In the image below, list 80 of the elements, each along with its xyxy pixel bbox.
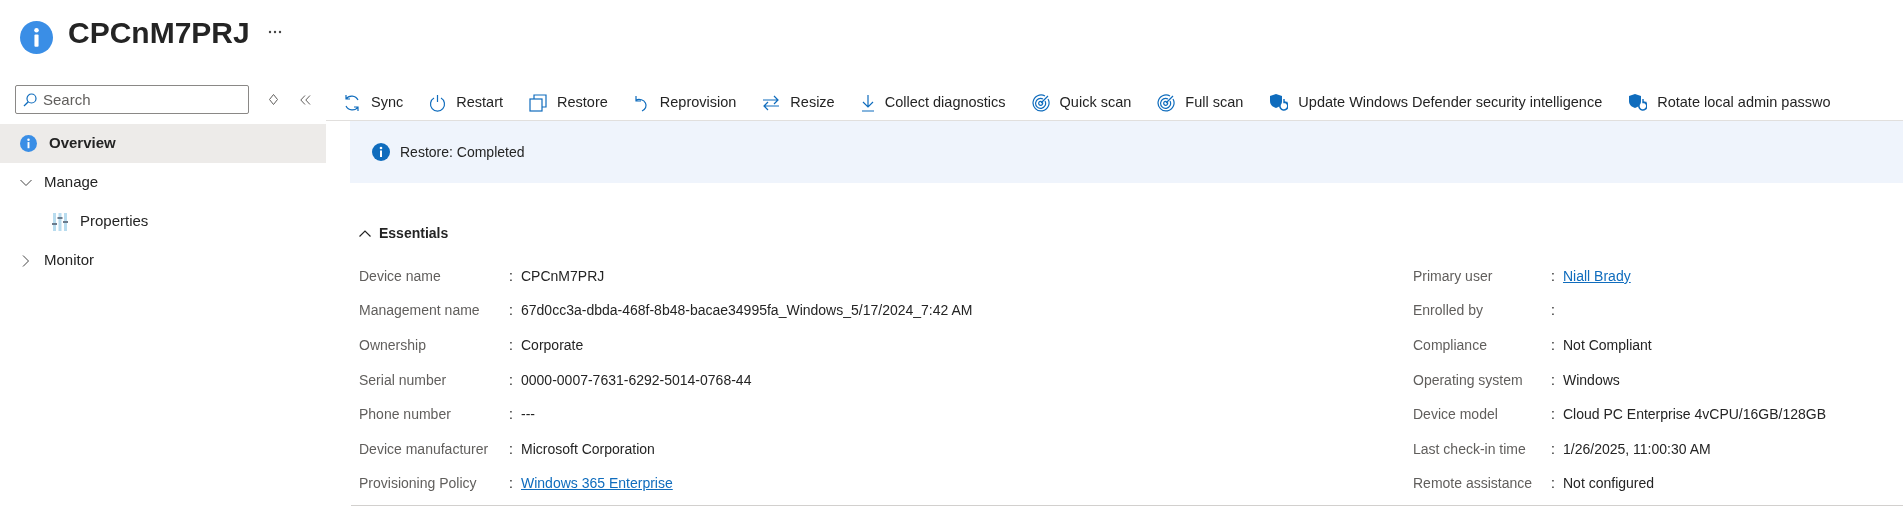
more-icon[interactable] xyxy=(267,30,282,34)
sort-icon[interactable] xyxy=(269,94,278,105)
download-icon xyxy=(860,93,875,112)
collapse-icon[interactable] xyxy=(300,94,311,105)
field-value: 0000-0007-7631-6292-5014-0768-44 xyxy=(521,370,752,390)
field-label: Serial number xyxy=(359,370,448,390)
nav-item[interactable]: Properties xyxy=(0,202,326,241)
undo-icon xyxy=(633,93,650,112)
field-label: Last check-in time xyxy=(1413,439,1527,459)
field-value: Windows xyxy=(1563,370,1620,390)
toolbar-button[interactable]: Update Windows Defender security intelligence xyxy=(1256,86,1616,119)
field-label: Device name xyxy=(359,266,442,286)
field-link[interactable]: Niall Brady xyxy=(1563,265,1631,287)
field-label: Phone number xyxy=(359,405,452,425)
toolbar-button[interactable]: Restore xyxy=(516,86,621,119)
field-label: Ownership xyxy=(359,336,427,355)
field-label: Provisioning Policy xyxy=(359,474,478,494)
field-label: Primary user xyxy=(1413,266,1494,286)
field-label: Management name xyxy=(359,301,481,321)
info-icon xyxy=(372,143,390,161)
field-label: Device model xyxy=(1413,405,1499,425)
separator: : xyxy=(1551,266,1556,286)
field-value: Not Compliant xyxy=(1563,336,1652,355)
info-icon xyxy=(20,135,37,152)
nav-item[interactable]: Manage xyxy=(0,163,326,202)
toolbar-button[interactable]: Restart xyxy=(416,86,516,119)
copy-icon xyxy=(529,93,547,112)
field-value: Not configured xyxy=(1563,474,1655,494)
toolbar-button[interactable]: Full scan xyxy=(1144,86,1257,119)
sync-icon xyxy=(343,93,361,112)
toolbar-button[interactable]: Resize xyxy=(749,86,848,119)
field-value: Cloud PC Enterprise 4vCPU/16GB/128GB xyxy=(1563,405,1826,425)
separator: : xyxy=(509,370,514,390)
field-label: Operating system xyxy=(1413,370,1524,390)
separator: : xyxy=(509,474,514,494)
separator: : xyxy=(509,336,514,355)
field-value: 1/26/2025, 11:00:30 AM xyxy=(1563,439,1711,459)
field-value: CPCnM7PRJ xyxy=(521,266,605,286)
toolbar-button[interactable]: Sync xyxy=(330,86,417,119)
info-icon xyxy=(20,20,53,54)
banner-text: Restore: Completed xyxy=(400,142,525,162)
separator: : xyxy=(1551,439,1556,459)
separator: : xyxy=(1551,474,1556,494)
field-label: Compliance xyxy=(1413,336,1488,355)
separator: : xyxy=(509,439,514,459)
toolbar-button[interactable]: Reprovision xyxy=(620,86,750,119)
separator: : xyxy=(509,266,514,286)
chevron-up-icon xyxy=(359,230,371,237)
toolbar-button[interactable]: Rotate local admin passwo xyxy=(1615,86,1844,119)
essentials-toggle[interactable]: Essentials xyxy=(359,223,449,244)
field-label: Enrolled by xyxy=(1413,301,1485,321)
field-value: Corporate xyxy=(521,336,584,355)
shield-refresh-icon xyxy=(1628,93,1648,112)
chevron-down-icon xyxy=(20,178,32,187)
field-value: Microsoft Corporation xyxy=(521,439,655,459)
search-field[interactable]: Search xyxy=(15,85,249,114)
sliders-icon xyxy=(52,212,68,231)
field-value: 67d0cc3a-dbda-468f-8b48-bacae34995fa_Windows_5/17/2024_7:42 AM xyxy=(521,301,973,321)
separator: : xyxy=(1551,301,1556,321)
shield-refresh-icon xyxy=(1269,93,1289,112)
scan-icon xyxy=(1157,93,1176,112)
separator: : xyxy=(1551,370,1556,390)
separator: : xyxy=(1551,405,1556,425)
swap-arrows-icon xyxy=(762,94,781,111)
toolbar-button[interactable]: Collect diagnostics xyxy=(847,86,1019,119)
field-label: Remote assistance xyxy=(1413,474,1534,494)
toolbar-button[interactable]: Quick scan xyxy=(1018,86,1145,119)
search-icon xyxy=(23,93,37,107)
field-label: Device manufacturer xyxy=(359,439,490,459)
separator: : xyxy=(509,301,514,321)
page-title: CPCnM7PRJ xyxy=(68,14,250,51)
scan-icon xyxy=(1031,93,1050,112)
separator: : xyxy=(1551,336,1556,355)
field-value: --- xyxy=(521,405,535,425)
power-icon xyxy=(429,93,447,112)
field-link[interactable]: Windows 365 Enterprise xyxy=(521,473,673,495)
chevron-right-icon xyxy=(22,254,30,267)
nav-item[interactable]: Monitor xyxy=(0,241,326,280)
nav-item[interactable]: Overview xyxy=(0,124,326,163)
separator: : xyxy=(509,405,514,425)
